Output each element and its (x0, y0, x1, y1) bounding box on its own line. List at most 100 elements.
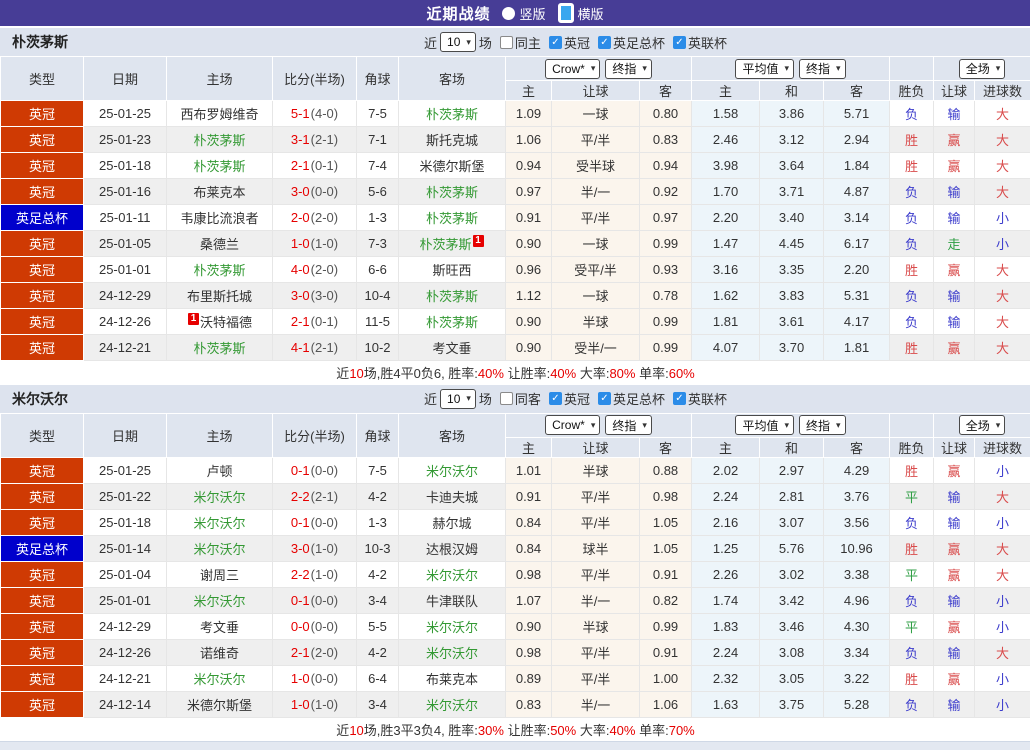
away-team-cell[interactable]: 米德尔斯堡 (399, 153, 506, 179)
view-mode-vertical-radio[interactable]: 竖版 (502, 4, 545, 23)
corner-cell: 7-5 (357, 457, 399, 483)
euro-odds-draw: 4.45 (760, 231, 824, 257)
away-team-cell[interactable]: 牛津联队 (399, 587, 506, 613)
home-team-cell[interactable]: 韦康比流浪者 (167, 205, 273, 231)
bottom-strip (0, 741, 1030, 750)
euro-odds-away: 5.28 (824, 691, 890, 717)
asian-odds-handicap: 半/一 (552, 587, 640, 613)
euro-odds-home: 1.25 (692, 535, 760, 561)
odds-stage-select[interactable]: 终指▾ (605, 59, 652, 79)
view-mode-horizontal-radio[interactable]: 横版 (558, 3, 604, 23)
chevron-down-icon: ▾ (785, 63, 790, 74)
home-team-cell[interactable]: 米德尔斯堡 (167, 691, 273, 717)
away-team-cell[interactable]: 朴茨茅斯 (399, 101, 506, 127)
league-checkbox-facup[interactable]: ✓英足总杯 (598, 33, 665, 52)
same-side-checkbox[interactable]: 同客 (500, 389, 541, 408)
match-row: 英冠25-01-18米尔沃尔0-1(0-0)1-3赫尔城0.84平/半1.052… (1, 509, 1030, 535)
score-cell: 2-1(2-0) (273, 639, 357, 665)
euro-odds-home: 1.62 (692, 283, 760, 309)
away-team-cell[interactable]: 斯旺西 (399, 257, 506, 283)
home-team-cell[interactable]: 西布罗姆维奇 (167, 101, 273, 127)
euro-stage-select[interactable]: 终指▾ (799, 415, 846, 435)
home-team-cell[interactable]: 米尔沃尔 (167, 535, 273, 561)
league-checkbox-eflcup[interactable]: ✓英联杯 (673, 389, 727, 408)
away-team-cell[interactable]: 朴茨茅斯 (399, 179, 506, 205)
match-count-select[interactable]: 10▾ (440, 32, 476, 52)
chevron-down-icon: ▾ (642, 63, 647, 74)
home-team-cell[interactable]: 谢周三 (167, 561, 273, 587)
asian-odds-handicap: 平/半 (552, 509, 640, 535)
scope-select[interactable]: 全场▾ (959, 415, 1006, 435)
league-badge: 英冠 (1, 127, 84, 153)
home-team-cell[interactable]: 朴茨茅斯 (167, 153, 273, 179)
date-cell: 25-01-04 (84, 561, 167, 587)
away-team-cell[interactable]: 赫尔城 (399, 509, 506, 535)
away-team-cell[interactable]: 米尔沃尔 (399, 639, 506, 665)
euro-odds-home: 3.98 (692, 153, 760, 179)
home-team-cell[interactable]: 朴茨茅斯 (167, 127, 273, 153)
away-team-cell[interactable]: 朴茨茅斯1 (399, 231, 506, 257)
corner-cell: 4-2 (357, 639, 399, 665)
corner-cell: 7-3 (357, 231, 399, 257)
home-team-cell[interactable]: 诺维奇 (167, 639, 273, 665)
euro-odds-away: 4.17 (824, 309, 890, 335)
home-team-cell[interactable]: 布里斯托城 (167, 283, 273, 309)
home-team-cell[interactable]: 考文垂 (167, 613, 273, 639)
euro-company-select[interactable]: 平均值▾ (735, 415, 794, 435)
col-header-away: 客场 (399, 57, 506, 101)
home-team-cell[interactable]: 朴茨茅斯 (167, 335, 273, 361)
outcome-goals: 大 (975, 639, 1030, 665)
away-team-cell[interactable]: 米尔沃尔 (399, 613, 506, 639)
asian-odds-away: 0.97 (640, 205, 692, 231)
summary-text: 50% (550, 723, 576, 738)
outcome-result: 负 (890, 283, 934, 309)
corner-cell: 7-4 (357, 153, 399, 179)
home-team-cell[interactable]: 卢顿 (167, 457, 273, 483)
euro-odds-away: 2.20 (824, 257, 890, 283)
away-team-cell[interactable]: 朴茨茅斯 (399, 309, 506, 335)
euro-company-select[interactable]: 平均值▾ (735, 59, 794, 79)
match-row: 英冠25-01-23朴茨茅斯3-1(2-1)7-1斯托克城1.06平/半0.83… (1, 127, 1030, 153)
scope-select[interactable]: 全场▾ (959, 59, 1006, 79)
odds-company-select[interactable]: Crow*▾ (545, 59, 600, 79)
away-team-cell[interactable]: 米尔沃尔 (399, 691, 506, 717)
asian-odds-home: 0.90 (506, 309, 552, 335)
outcome-goals: 大 (975, 309, 1030, 335)
euro-odds-draw: 3.08 (760, 639, 824, 665)
score-cell: 3-1(2-1) (273, 127, 357, 153)
chevron-down-icon: ▾ (591, 63, 596, 74)
league-checkbox-facup[interactable]: ✓英足总杯 (598, 389, 665, 408)
away-team-cell[interactable]: 朴茨茅斯 (399, 283, 506, 309)
away-team-cell[interactable]: 布莱克本 (399, 665, 506, 691)
home-team-cell[interactable]: 朴茨茅斯 (167, 257, 273, 283)
match-row: 英冠24-12-21朴茨茅斯4-1(2-1)10-2考文垂0.90受半/一0.9… (1, 335, 1030, 361)
league-checkbox-eflcup[interactable]: ✓英联杯 (673, 33, 727, 52)
away-team-cell[interactable]: 达根汉姆 (399, 535, 506, 561)
home-team-cell[interactable]: 米尔沃尔 (167, 665, 273, 691)
match-row: 英冠25-01-01朴茨茅斯4-0(2-0)6-6斯旺西0.96受平/半0.93… (1, 257, 1030, 283)
odds-company-select[interactable]: Crow*▾ (545, 415, 600, 435)
league-checkbox-championship[interactable]: ✓英冠 (549, 389, 590, 408)
score-cell: 2-1(0-1) (273, 309, 357, 335)
asian-odds-away: 0.92 (640, 179, 692, 205)
home-team-cell[interactable]: 米尔沃尔 (167, 483, 273, 509)
home-team-cell[interactable]: 布莱克本 (167, 179, 273, 205)
match-count-select[interactable]: 10▾ (440, 389, 476, 409)
league-checkbox-championship[interactable]: ✓英冠 (549, 33, 590, 52)
euro-stage-select[interactable]: 终指▾ (799, 59, 846, 79)
away-team-cell[interactable]: 朴茨茅斯 (399, 205, 506, 231)
away-team-cell[interactable]: 斯托克城 (399, 127, 506, 153)
home-team-cell[interactable]: 桑德兰 (167, 231, 273, 257)
home-team-cell[interactable]: 米尔沃尔 (167, 509, 273, 535)
away-team-cell[interactable]: 卡迪夫城 (399, 483, 506, 509)
home-team-cell[interactable]: 1沃特福德 (167, 309, 273, 335)
away-team-cell[interactable]: 考文垂 (399, 335, 506, 361)
away-team-cell[interactable]: 米尔沃尔 (399, 561, 506, 587)
odds-stage-select[interactable]: 终指▾ (605, 415, 652, 435)
away-team-cell[interactable]: 米尔沃尔 (399, 457, 506, 483)
asian-odds-away: 0.99 (640, 613, 692, 639)
asian-odds-home: 1.01 (506, 457, 552, 483)
results-body: 英冠25-01-25卢顿0-1(0-0)7-5米尔沃尔1.01半球0.882.0… (1, 457, 1030, 717)
same-side-checkbox[interactable]: 同主 (500, 33, 541, 52)
home-team-cell[interactable]: 米尔沃尔 (167, 587, 273, 613)
